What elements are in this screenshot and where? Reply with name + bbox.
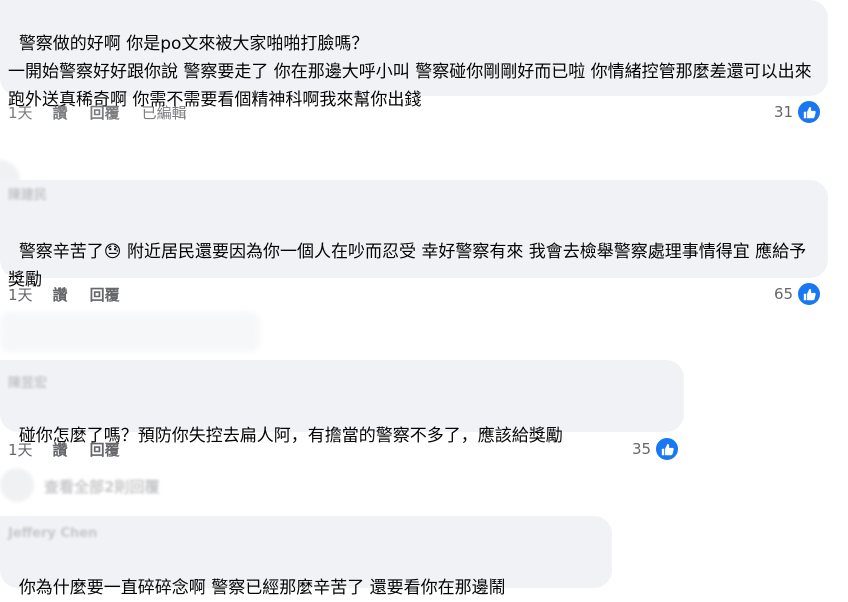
reaction-summary-1[interactable]: 31 xyxy=(774,100,822,124)
edited-label-1: 已編輯 xyxy=(141,104,187,122)
comment-actions-3: 1天 讚 回覆 xyxy=(8,440,142,460)
thumbs-up-icon xyxy=(797,282,822,306)
comment-author-2[interactable]: 陳建民 xyxy=(8,188,47,204)
thumbs-up-icon xyxy=(797,100,822,124)
comment-author-3[interactable]: 陳昱宏 xyxy=(8,376,47,392)
comment-bubble-2: 警察辛苦了😓 附近居民還要因為你一個人在吵而忍受 幸好警察有來 我會去檢舉警察處… xyxy=(0,180,828,290)
like-button-1[interactable]: 讚 xyxy=(53,103,68,123)
comment-text-4: 你為什麼要一直碎碎念啊 警察已經那麼辛苦了 還要看你在那邊鬧 xyxy=(18,578,506,598)
reply-button-1[interactable]: 回覆 xyxy=(90,103,120,123)
reaction-summary-2[interactable]: 65 xyxy=(774,282,822,306)
comment-text-1: 警察做的好啊 你是po文來被大家啪啪打臉嗎？ 一開始警察好好跟你說 警察要走了 … xyxy=(8,34,812,110)
comment-bubble-3: 碰你怎麼了嗎？預防你失控去扁人阿，有擔當的警察不多了，應該給獎勵 xyxy=(0,360,684,446)
reaction-count-3: 35 xyxy=(632,440,652,458)
comment-time-3[interactable]: 1天 xyxy=(8,440,33,460)
avatar[interactable] xyxy=(0,468,34,502)
comment-actions-1: 1天 讚 回覆 已編輯 xyxy=(8,103,209,123)
blurred-region xyxy=(0,312,260,352)
like-button-2[interactable]: 讚 xyxy=(53,285,68,305)
reply-button-3[interactable]: 回覆 xyxy=(90,440,120,460)
comment-author-4[interactable]: Jeffery Chen xyxy=(8,526,97,542)
comment-bubble-1: 警察做的好啊 你是po文來被大家啪啪打臉嗎？ 一開始警察好好跟你說 警察要走了 … xyxy=(0,0,828,110)
reply-button-2[interactable]: 回覆 xyxy=(90,285,120,305)
reaction-summary-3[interactable]: 35 xyxy=(632,437,680,461)
view-replies-link[interactable]: 查看全部2則回覆 xyxy=(44,476,159,497)
like-button-3[interactable]: 讚 xyxy=(53,440,68,460)
comment-actions-2: 1天 讚 回覆 xyxy=(8,285,142,305)
thumbs-up-icon xyxy=(655,437,680,461)
comment-text-2: 警察辛苦了😓 附近居民還要因為你一個人在吵而忍受 幸好警察有來 我會去檢舉警察處… xyxy=(8,242,807,290)
reaction-count-1: 31 xyxy=(774,103,794,121)
comment-time-1[interactable]: 1天 xyxy=(8,103,33,123)
comment-time-2[interactable]: 1天 xyxy=(8,285,33,305)
reaction-count-2: 65 xyxy=(774,285,794,303)
